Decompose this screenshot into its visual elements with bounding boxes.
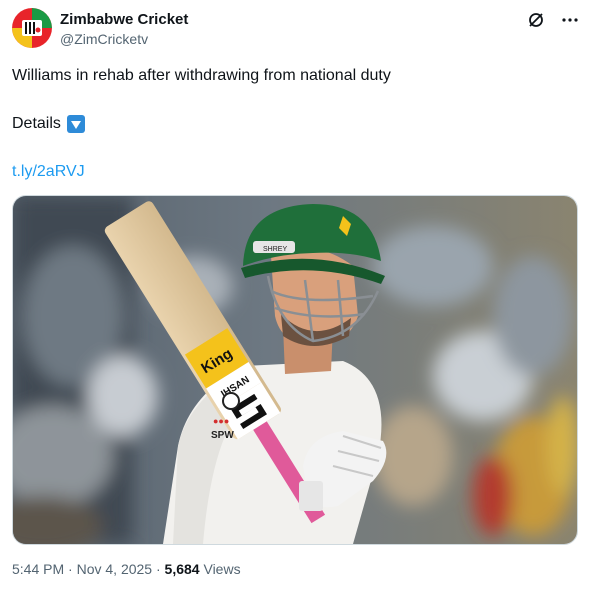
post-photo[interactable]: SHREY King IHSAN ●●● SPW [12, 195, 578, 545]
post-headline: Williams in rehab after withdrawing from… [12, 67, 391, 84]
post-time[interactable]: 5:44 PM [12, 561, 64, 577]
meta-separator-2: · [155, 561, 161, 577]
display-name[interactable]: Zimbabwe Cricket [60, 10, 188, 29]
more-options-icon[interactable] [560, 10, 580, 30]
post-meta: 5:44 PM · Nov 4, 2025 · 5,684 Views [12, 561, 241, 577]
details-label: Details [12, 115, 61, 132]
post-link[interactable]: t.ly/2aRVJ [12, 162, 85, 182]
svg-text:●●●: ●●● [213, 416, 229, 426]
zimbabwe-cricket-logo-icon [12, 8, 52, 48]
post-date[interactable]: Nov 4, 2025 [77, 561, 153, 577]
helmet-sticker-text: SHREY [263, 246, 287, 253]
post-header: Zimbabwe Cricket @ZimCricketv [12, 8, 580, 52]
grok-icon[interactable] [526, 10, 546, 30]
views-count: 5,684 [164, 561, 200, 577]
post-details-line: Details [12, 114, 85, 134]
shirt-sponsor-text: SPW [211, 430, 234, 441]
user-handle[interactable]: @ZimCricketv [60, 30, 188, 49]
meta-separator: · [68, 561, 73, 577]
avatar[interactable] [12, 8, 52, 48]
down-arrow-emoji-icon [66, 115, 85, 133]
cricketer-photo: SHREY King IHSAN ●●● SPW [13, 196, 577, 544]
views-label: Views [203, 561, 241, 577]
